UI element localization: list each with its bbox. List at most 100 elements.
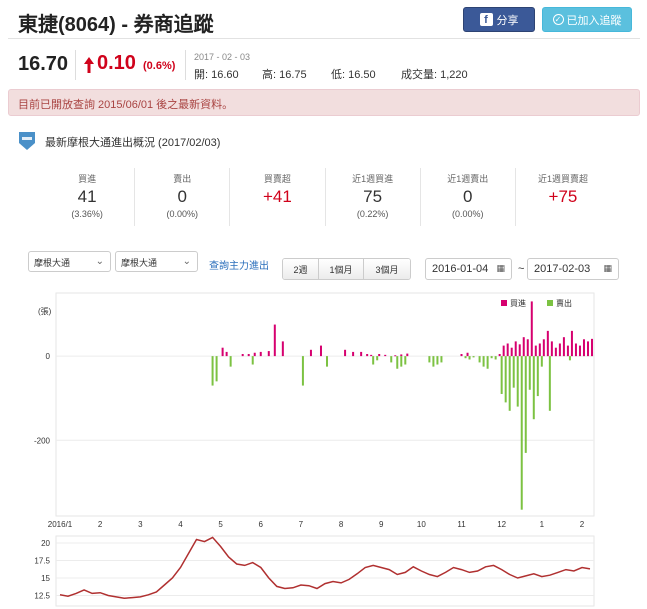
bar-buy — [259, 351, 262, 357]
chevron-down-icon: ⌄ — [182, 256, 191, 267]
x-tick-label: 7 — [299, 520, 304, 529]
stat-sub: (0.00%) — [166, 209, 199, 219]
select-value: 摩根大通 — [34, 258, 71, 268]
bar-sell — [520, 356, 523, 510]
bar-buy — [538, 343, 541, 357]
broker-select-2[interactable]: 摩根大通 ⌄ — [115, 251, 198, 272]
page-title: 東捷(8064) - 券商追蹤 — [18, 14, 214, 36]
notice-banner: 目前已開放查詢 2015/06/01 後之最新資料。 — [8, 89, 640, 116]
bar-sell — [432, 356, 435, 367]
stat-value: 0 — [177, 187, 187, 206]
stat-buy: 買進 41 (3.36%) — [40, 168, 136, 226]
bar-sell — [468, 356, 471, 360]
legend-swatch-sell — [547, 300, 553, 306]
quote-date: 2017 - 02 - 03 — [194, 52, 251, 62]
bar-buy — [554, 347, 557, 357]
follow-label: 已加入追蹤 — [566, 14, 622, 27]
bar-buy — [574, 343, 577, 357]
bar-sell — [301, 356, 304, 386]
range-1m-button[interactable]: 1個月 — [319, 259, 364, 279]
last-price: 16.70 — [18, 53, 69, 75]
divider — [185, 50, 186, 80]
bar-buy — [558, 343, 561, 357]
bar-sell — [486, 356, 489, 369]
facebook-icon: f — [479, 13, 493, 26]
stat-value: +41 — [263, 187, 292, 206]
bar-sell — [428, 356, 431, 363]
calendar-icon: ▦ — [496, 263, 505, 273]
bar-sell — [536, 356, 539, 397]
bar-buy — [384, 354, 387, 357]
y-axis-label: (張) — [38, 307, 52, 316]
range-selector: 2週 1個月 3個月 — [282, 258, 411, 280]
date-range-separator: ~ — [518, 263, 525, 275]
query-main-force-link[interactable]: 查詢主力進出 — [209, 257, 269, 272]
bar-buy — [267, 351, 270, 357]
section-title: 最新摩根大通進出概況 (2017/02/03) — [45, 137, 221, 149]
bar-sell — [372, 356, 375, 365]
bar-buy — [241, 354, 244, 357]
bar-buy — [582, 339, 585, 357]
bar-buy — [530, 301, 533, 357]
broker-select-1[interactable]: 摩根大通 ⌄ — [28, 251, 111, 272]
bar-buy — [526, 339, 529, 357]
date-to-input[interactable]: 2017-02-03 ▦ — [527, 258, 619, 280]
bar-sell — [436, 356, 439, 365]
stat-sub: (3.36%) — [71, 209, 103, 219]
y-tick-label: -200 — [34, 436, 51, 445]
bar-buy — [366, 354, 369, 357]
bar-sell — [326, 356, 329, 367]
bar-buy — [518, 344, 521, 357]
stat-label: 近1週買賣超 — [537, 174, 588, 184]
bar-buy — [578, 345, 581, 357]
bar-buy — [542, 339, 545, 357]
stat-label: 近1週買進 — [352, 174, 394, 184]
stat-sub: (0.22%) — [356, 209, 389, 219]
y-tick-label: 12.5 — [34, 592, 50, 601]
stat-value: 41 — [77, 187, 97, 206]
follow-button[interactable]: ✓ 已加入追蹤 — [542, 7, 632, 32]
y-tick-label: 17.5 — [34, 557, 50, 566]
bar-buy — [466, 352, 469, 357]
range-2w-button[interactable]: 2週 — [283, 259, 319, 279]
stat-label: 賣出 — [173, 174, 192, 184]
share-button[interactable]: f 分享 — [463, 7, 535, 32]
high-value: 高: 16.75 — [262, 69, 307, 81]
bar-buy — [352, 351, 355, 357]
bar-sell — [482, 356, 485, 367]
bar-sell — [251, 356, 254, 365]
date-from-input[interactable]: 2016-01-04 ▦ — [425, 258, 512, 280]
bar-buy — [534, 345, 537, 357]
bar-buy — [273, 324, 276, 357]
x-tick-label: 1 — [540, 520, 545, 529]
stat-sell: 賣出 0 (0.00%) — [135, 168, 231, 226]
legend-label-sell: 賣出 — [556, 298, 572, 308]
bar-buy — [400, 354, 403, 357]
bar-buy — [319, 345, 322, 357]
y-tick-label: 15 — [41, 574, 50, 583]
bar-plot-area — [55, 292, 595, 517]
bar-sell — [532, 356, 535, 420]
bar-sell — [472, 356, 475, 358]
x-tick-label: 9 — [379, 520, 384, 529]
stat-value: 75 — [363, 187, 383, 206]
bar-sell — [376, 356, 379, 361]
bar-buy — [281, 341, 284, 357]
y-tick-label: 20 — [41, 539, 50, 548]
bar-sell — [390, 356, 393, 363]
bar-sell — [516, 356, 519, 407]
x-tick-label: 2016/1 — [48, 520, 73, 529]
bar-buy — [510, 347, 513, 357]
x-tick-label: 3 — [138, 520, 143, 529]
bar-sell — [540, 356, 543, 367]
bar-buy — [378, 354, 381, 357]
bar-sell — [215, 356, 218, 382]
legend-label-buy: 買進 — [510, 299, 526, 308]
bar-buy — [225, 351, 228, 357]
range-3m-button[interactable]: 3個月 — [364, 259, 410, 279]
stat-value: +75 — [548, 187, 578, 206]
stats-summary: 買進 41 (3.36%) 賣出 0 (0.00%) 買賣超 +41 近1週買進… — [40, 168, 610, 226]
price-change-pct: (0.6%) — [143, 60, 176, 72]
price-change: 0.10 — [97, 52, 136, 74]
bar-buy — [406, 353, 409, 357]
